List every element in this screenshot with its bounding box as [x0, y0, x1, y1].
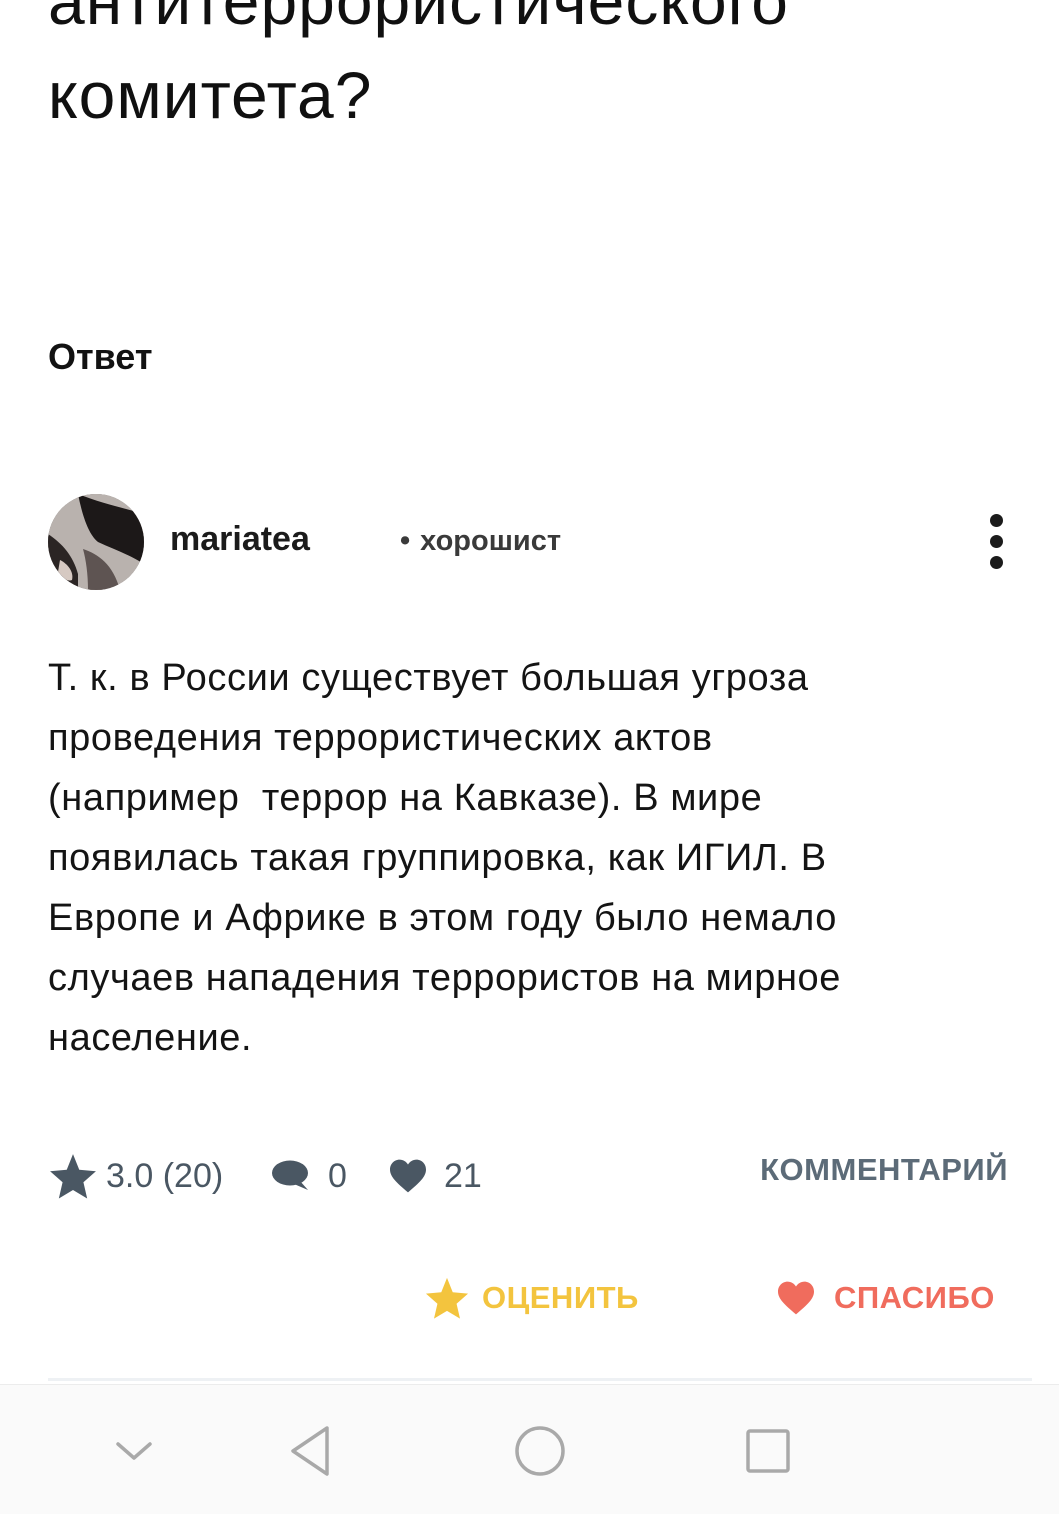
nav-hide-button[interactable] — [104, 1421, 164, 1481]
comments-count: 0 — [328, 1156, 347, 1195]
rank-label: хорошист — [420, 525, 562, 557]
heart-icon — [390, 1159, 426, 1193]
question-title-line: комитета? — [48, 58, 373, 132]
heart-icon — [778, 1281, 814, 1315]
rate-button[interactable]: ОЦЕНИТЬ — [424, 1268, 639, 1328]
rating-stat: 3.0 (20) — [48, 1148, 223, 1204]
answer-line: проведения террористических актов — [48, 717, 713, 759]
answer-line: население. — [48, 1017, 253, 1059]
author-name[interactable]: mariatea — [170, 520, 310, 559]
comment-bubble-icon — [272, 1160, 308, 1190]
more-options-button[interactable] — [984, 514, 1008, 574]
nav-recent-button[interactable] — [738, 1421, 798, 1481]
comments-stat: 0 — [270, 1148, 347, 1204]
comment-button[interactable]: КОММЕНТАРИЙ — [760, 1152, 1008, 1188]
answer-line: случаев нападения террористов на мирное — [48, 957, 842, 999]
chevron-down-icon — [116, 1442, 152, 1460]
author-rank: • хорошист — [400, 525, 561, 558]
system-nav-bar — [0, 1384, 1059, 1514]
answer-text: Т. к. в России существует большая угроза… — [48, 648, 978, 1068]
more-vertical-icon — [989, 535, 1003, 548]
divider — [48, 1378, 1032, 1381]
rating-value: 3.0 (20) — [106, 1156, 224, 1195]
recent-square-icon — [746, 1429, 790, 1473]
star-icon — [50, 1154, 96, 1199]
home-circle-icon — [515, 1426, 565, 1476]
nav-home-button[interactable] — [510, 1421, 570, 1481]
author-row: mariatea • хорошист — [48, 494, 1008, 592]
page: антитеррористического комитета? Ответ ma… — [0, 0, 1059, 1514]
actions-row: ОЦЕНИТЬ СПАСИБО — [0, 1268, 1059, 1328]
answer-line: (например террор на Кавказе). В мире — [48, 777, 763, 819]
answer-heading: Ответ — [48, 336, 153, 377]
star-icon — [425, 1277, 469, 1319]
answer-line: Европе и Африке в этом году было немало — [48, 897, 838, 939]
more-vertical-icon — [989, 514, 1003, 527]
more-vertical-icon — [989, 556, 1003, 569]
stats-row: 3.0 (20) 0 21 КОММЕНТАРИЙ — [48, 1148, 1008, 1204]
avatar[interactable] — [48, 494, 144, 590]
back-triangle-icon — [291, 1426, 329, 1476]
thanks-label: СПАСИБО — [834, 1280, 995, 1315]
rate-label: ОЦЕНИТЬ — [482, 1280, 639, 1315]
avatar-image — [48, 494, 144, 590]
answer-line: Т. к. в России существует большая угроза — [48, 657, 809, 699]
question-title: антитеррористического комитета? — [48, 0, 1008, 142]
likes-stat: 21 — [388, 1148, 482, 1204]
answer-line: появилась такая группировка, как ИГИЛ. В — [48, 837, 827, 879]
question-title-line: антитеррористического — [48, 0, 789, 38]
rank-separator: • — [400, 525, 411, 557]
thanks-button[interactable]: СПАСИБО — [776, 1268, 995, 1328]
likes-count: 21 — [444, 1156, 482, 1195]
nav-back-button[interactable] — [280, 1421, 340, 1481]
